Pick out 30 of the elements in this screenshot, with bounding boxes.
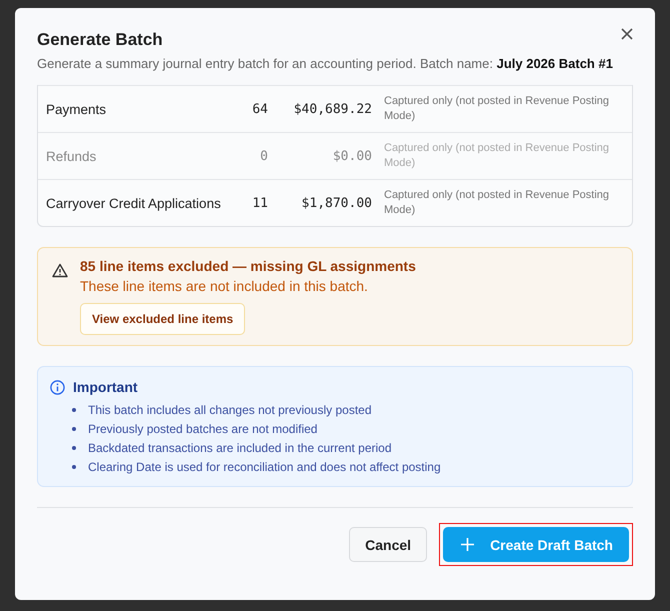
bullet-icon — [72, 464, 76, 468]
warning-title: 85 line items excluded — missing GL assignments — [80, 258, 416, 274]
table-cell-text: Refunds — [46, 148, 98, 164]
info-item: Backdated transactions are included in the current period — [88, 440, 392, 454]
info-item: Clearing Date is used for reconciliation and does not affect posting — [88, 460, 441, 474]
info-item: Previously posted batches are not modified — [88, 422, 318, 436]
cancel-button[interactable]: Cancel — [349, 527, 428, 562]
info-icon — [50, 380, 65, 394]
table-cell-text: $0.00 — [332, 148, 372, 164]
table-cell-text: Payments — [46, 102, 108, 116]
dialog-subtitle: Generate a summary journal entry batch for an accounting period. Batch name: July 2026 Batch #1 — [37, 56, 614, 71]
info-item: This batch includes all changes not previously posted — [88, 402, 372, 416]
table-cell-text: Captured only (not posted in Revenue Posting Mode) — [384, 94, 610, 124]
table-cell-text: 11 — [251, 196, 268, 210]
warning-message: These line items are not included in this batch. — [80, 278, 369, 294]
table-cell-text: Captured only (not posted in Revenue Posting Mode) — [384, 141, 610, 171]
dialog-title: Generate Batch — [37, 30, 164, 50]
info-title: Important — [73, 379, 138, 395]
table-cell-text: Captured only (not posted in Revenue Posting Mode) — [384, 188, 610, 218]
plus-icon — [461, 538, 474, 551]
warning-icon — [52, 263, 68, 278]
bullet-icon — [72, 446, 76, 450]
table-cell-text: $1,870.00 — [300, 196, 372, 210]
bullet-icon — [72, 408, 76, 412]
table-cell-text: 64 — [251, 102, 268, 116]
bullet-icon — [72, 426, 76, 430]
table-cell-text: Carryover Credit Applications — [46, 196, 222, 210]
view-excluded-button[interactable]: View excluded line items — [80, 303, 246, 335]
table-cell-text: 0 — [259, 148, 268, 164]
table-cell-text: $40,689.22 — [292, 102, 372, 116]
